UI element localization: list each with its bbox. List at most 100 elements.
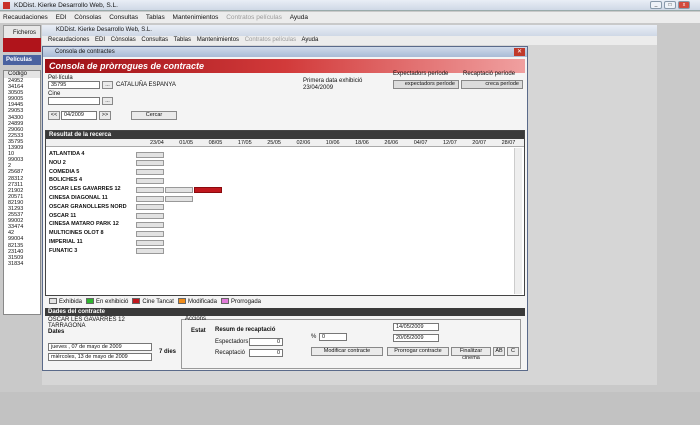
recaptacio-field[interactable]: 0 <box>249 349 283 357</box>
expectadors-value: expectadors període <box>393 80 459 89</box>
recaptacio-label: Recaptació període <box>463 71 516 77</box>
schedule-cell[interactable] <box>136 186 164 193</box>
schedule-cell[interactable] <box>136 248 164 255</box>
dialog-close-icon[interactable]: ✕ <box>514 48 525 56</box>
cinema-name: OSCAR GRANOLLERS NORD <box>49 203 127 210</box>
end-date-picker[interactable]: miércoles, 13 de mayo de 2009 <box>48 353 152 361</box>
actions-label: Accions <box>185 316 207 322</box>
date-column-header: 12/07 <box>443 140 457 146</box>
date-column-header: 10/06 <box>325 140 340 146</box>
inner-menu-contratos: Contratos películas <box>244 37 297 43</box>
inner-window-title: KDDist. Kierke Desarrollo Web, S.L. <box>42 25 657 36</box>
cine-input[interactable] <box>48 97 100 105</box>
inner-menu-bar: Recaudaciones EDI Cònsolas Consultas Tab… <box>42 36 657 45</box>
pelicula-lookup-button[interactable]: ... <box>102 81 113 89</box>
inner-menu-mantenimientos[interactable]: Mantenimientos <box>197 37 239 43</box>
grid-vertical-scrollbar[interactable] <box>514 148 522 294</box>
days-count: 7 dies <box>159 349 177 355</box>
inner-menu-ayuda[interactable]: Ayuda <box>301 37 318 43</box>
percent-label: % <box>311 334 317 340</box>
recaptacio-value: creca període <box>461 80 523 89</box>
week-prev-button[interactable]: << <box>48 111 60 120</box>
start-date-picker[interactable]: jueves , 07 de mayo de 2009 <box>48 343 152 351</box>
legend-swatch <box>49 298 57 305</box>
cinema-name: BOLICHES 4 <box>49 177 83 184</box>
expectadors-label: Expectadors període <box>393 71 449 77</box>
week-select[interactable]: 04/2009 <box>61 111 97 120</box>
menu-ayuda[interactable]: Ayuda <box>290 14 308 21</box>
schedule-cell[interactable] <box>136 169 164 176</box>
schedule-cell[interactable] <box>136 213 164 220</box>
date-column-header: 18/06 <box>355 140 369 146</box>
date-column-header: 23/04 <box>150 140 164 146</box>
date-column-header: 26/06 <box>384 140 399 146</box>
cinema-name: OSCAR LES GAVARRES 12 <box>49 186 121 193</box>
cinema-name: IMPERIAL 11 <box>49 239 83 245</box>
search-button[interactable]: Cercar <box>131 111 177 120</box>
menu-consultas[interactable]: Consultas <box>109 14 138 21</box>
legend-swatch <box>132 298 141 305</box>
menu-consolas[interactable]: Cònsolas <box>74 14 101 21</box>
schedule-cell[interactable] <box>136 204 164 211</box>
to-date-select[interactable]: 20/05/2009 <box>393 334 439 342</box>
schedule-cell[interactable] <box>136 239 164 246</box>
menu-contratos-peliculas: Contratos películas <box>226 14 282 21</box>
code-row[interactable]: 31834 <box>8 261 40 267</box>
film-code-list[interactable]: Código 24952 34164 30505 99005 19445 29053 343… <box>3 70 41 315</box>
sidebar-section-title: Películas <box>3 55 41 65</box>
date-column-header: 08/05 <box>208 140 223 146</box>
main-menu-bar: Recaudaciones EDI Cònsolas Consultas Tab… <box>0 12 700 23</box>
ab-button[interactable]: AB <box>493 347 505 356</box>
menu-edi[interactable]: EDI <box>56 14 67 21</box>
schedule-cell[interactable] <box>165 186 193 193</box>
schedule-cell[interactable] <box>136 160 164 167</box>
date-column-header: 04/07 <box>413 140 428 146</box>
legend-label: Modificada <box>187 299 217 305</box>
date-column-header: 28/07 <box>501 140 516 146</box>
schedule-cell[interactable] <box>136 177 164 184</box>
legend-swatch <box>86 298 95 305</box>
schedule-cell[interactable] <box>136 230 164 237</box>
week-next-button[interactable]: >> <box>99 111 111 120</box>
taskbar <box>0 392 700 425</box>
app-icon <box>3 2 10 9</box>
schedule-cell[interactable] <box>165 195 193 202</box>
espectadors-field[interactable]: 0 <box>249 338 283 346</box>
sidebar-brand-block <box>3 38 41 52</box>
date-column-header: 02/06 <box>296 140 311 146</box>
extend-contract-button[interactable]: Prorrogar contracte <box>387 347 449 356</box>
close-button[interactable]: x <box>678 1 690 9</box>
inner-menu-consolas[interactable]: Cònsolas <box>111 37 136 43</box>
menu-mantenimientos[interactable]: Mantenimientos <box>173 14 219 21</box>
from-date-select[interactable]: 14/05/2009 <box>393 323 439 331</box>
menu-recaudaciones[interactable]: Recaudaciones <box>3 14 48 21</box>
inner-menu-recaudaciones[interactable]: Recaudaciones <box>48 37 89 43</box>
results-title: Resultat de la recerca <box>49 132 112 138</box>
inner-menu-consultas[interactable]: Consultas <box>141 37 168 43</box>
minimize-button[interactable]: _ <box>650 1 662 9</box>
c-button[interactable]: C <box>507 347 519 356</box>
inner-menu-tablas[interactable]: Tablas <box>174 37 191 43</box>
closed-cinema-cell[interactable] <box>194 186 222 193</box>
dates-label: Dates <box>48 329 65 335</box>
percent-field[interactable]: 0 <box>319 333 347 341</box>
tab-ficheros[interactable]: Ficheros <box>3 25 41 39</box>
estat-label: Estat <box>191 328 206 334</box>
maximize-button[interactable]: □ <box>664 1 676 9</box>
menu-tablas[interactable]: Tablas <box>146 14 165 21</box>
contract-console-dialog: Consola de contractes ✕ Consola de pròrr… <box>42 46 528 371</box>
date-column-header: 17/05 <box>237 140 252 146</box>
schedule-cell[interactable] <box>136 221 164 228</box>
date-column-header: 25/05 <box>267 140 281 146</box>
legend-label: En exhibició <box>96 299 129 305</box>
modify-contract-button[interactable]: Modificar contracte <box>311 347 383 356</box>
cine-lookup-button[interactable]: ... <box>102 97 113 105</box>
schedule-cell[interactable] <box>136 195 164 202</box>
cinema-name: NOU 2 <box>49 159 66 166</box>
inner-menu-edi[interactable]: EDI <box>95 37 105 43</box>
pelicula-code-input[interactable]: 35795 <box>48 81 100 89</box>
finish-cinema-button[interactable]: Finalitzar cinema <box>451 347 491 361</box>
window-title: KDDist. Kierke Desarrollo Web, S.L. <box>14 2 118 9</box>
cinema-name: FUNATIC 3 <box>49 247 78 254</box>
schedule-cell[interactable] <box>136 151 164 158</box>
